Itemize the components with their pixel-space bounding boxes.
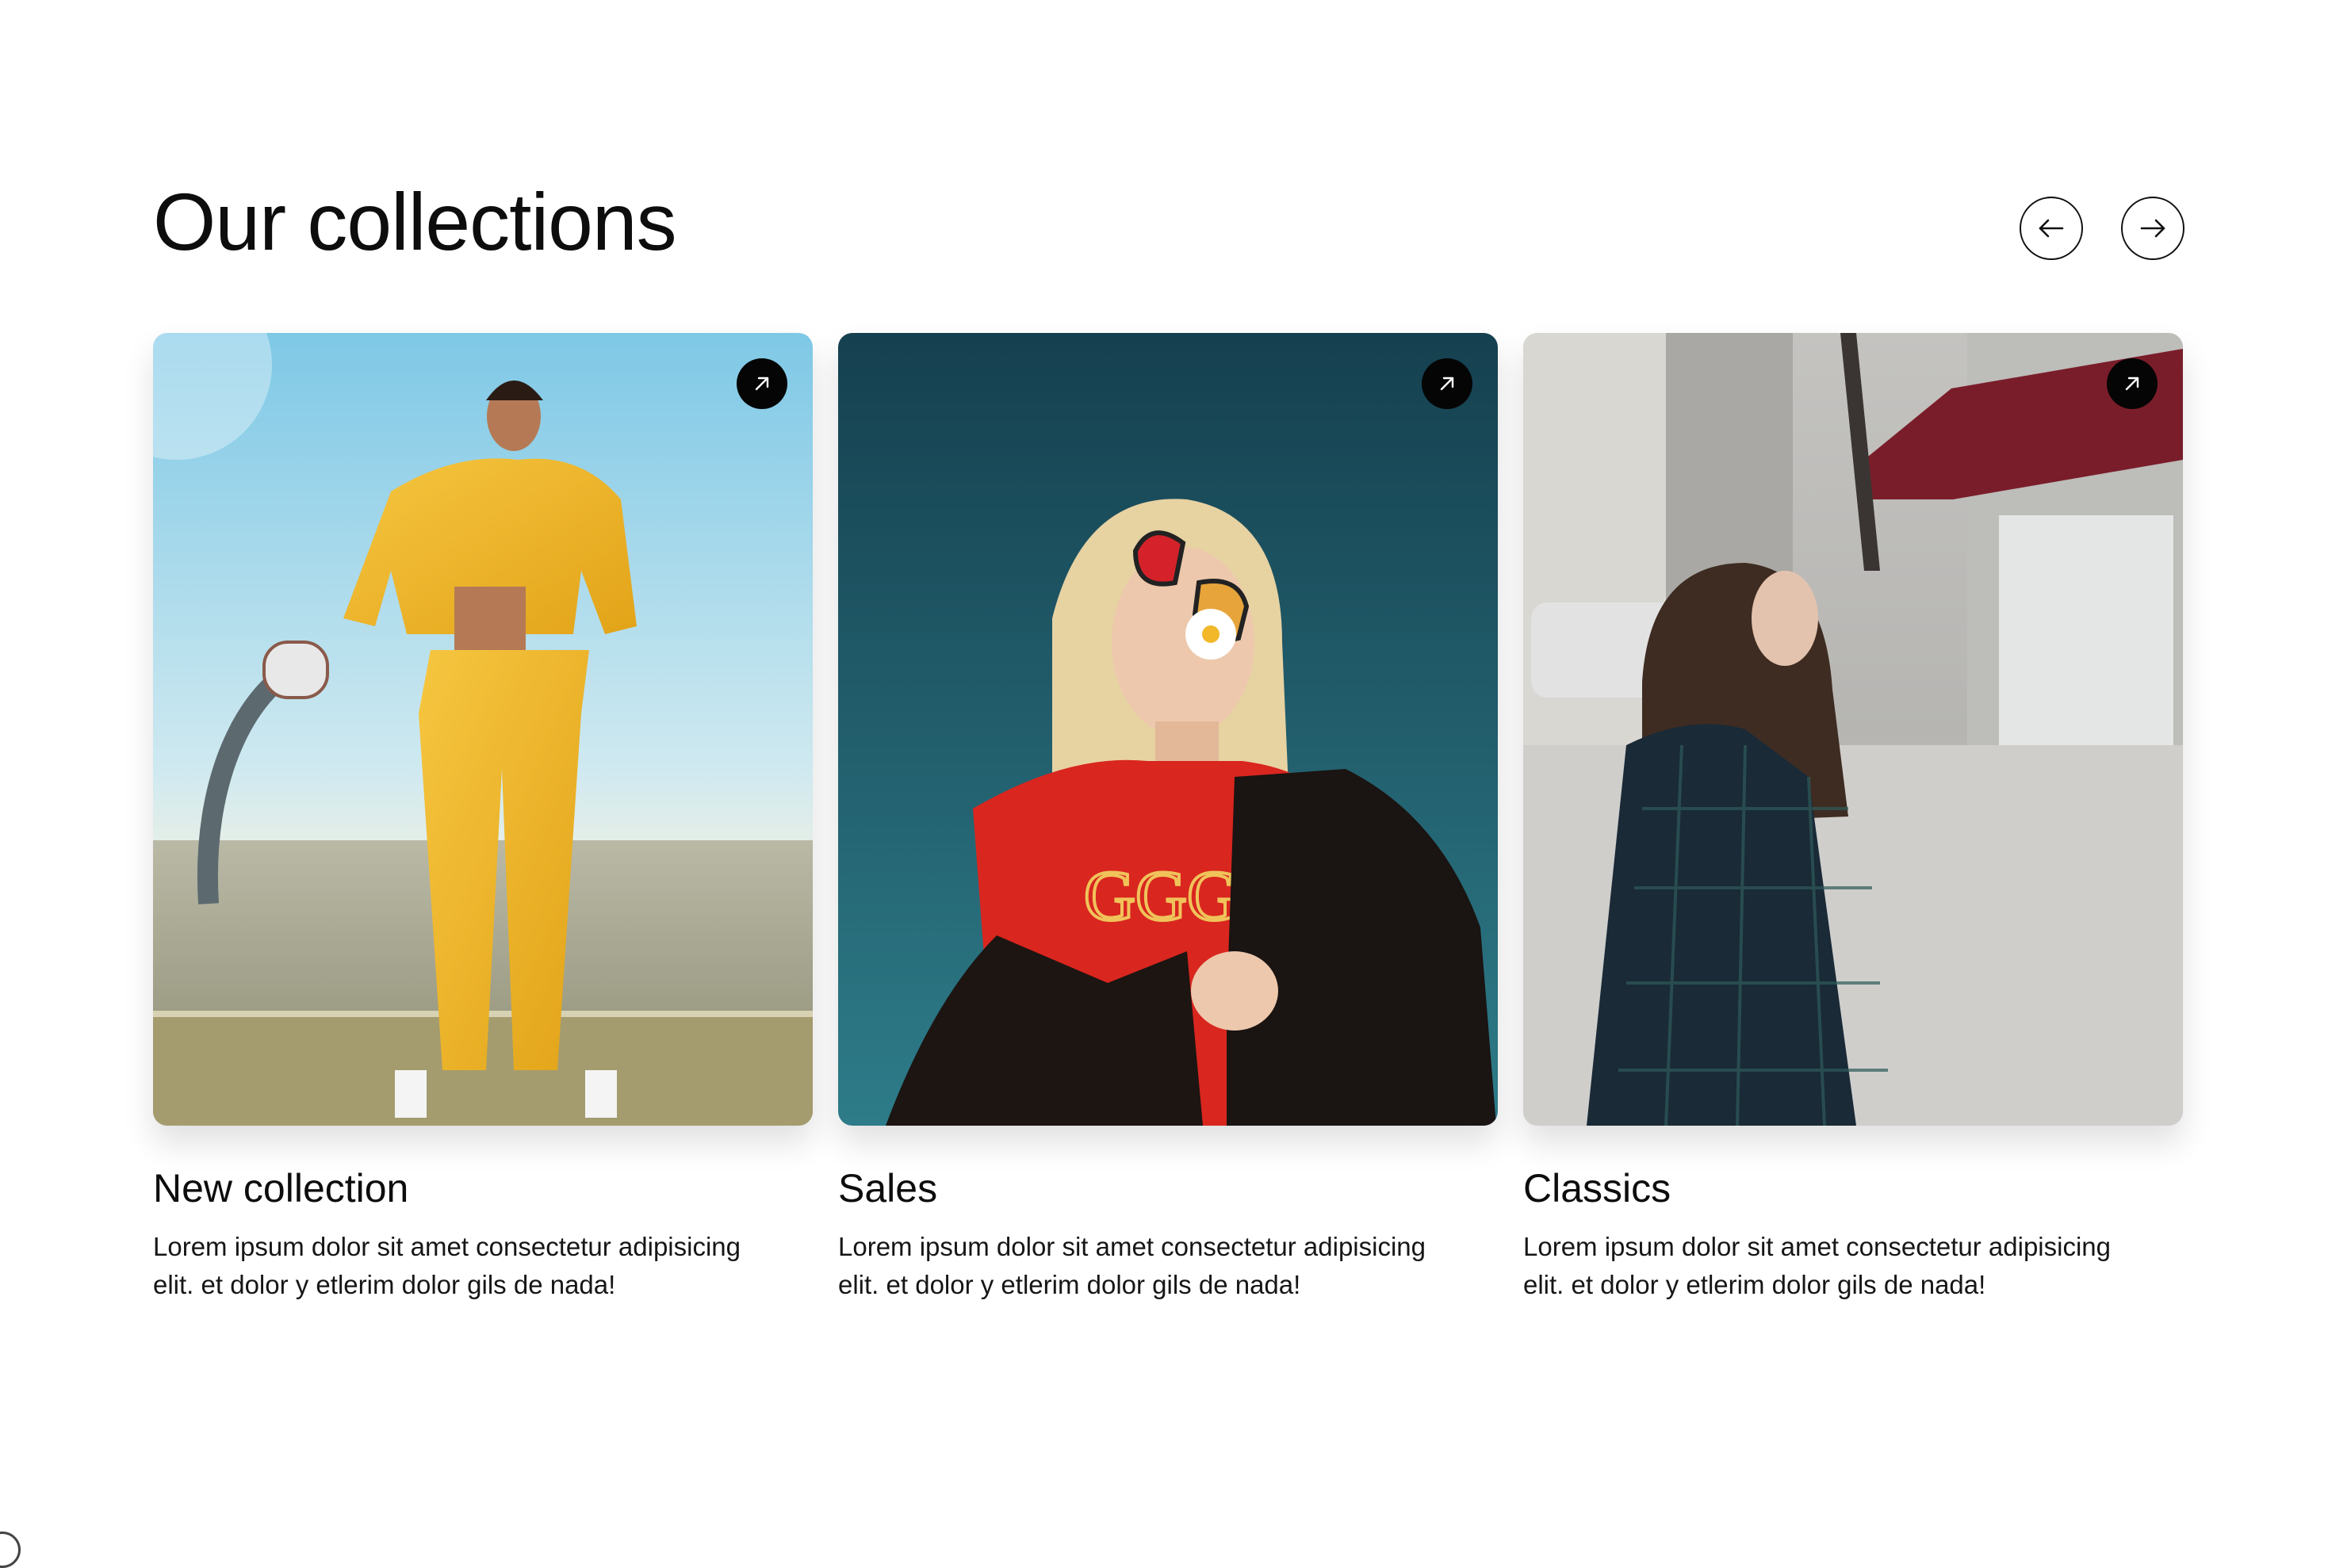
collection-card-new[interactable]: New collection Lorem ipsum dolor sit ame…: [153, 333, 813, 1304]
section-header: Our collections: [153, 166, 2184, 333]
photo-yellow-tracksuit: [153, 333, 813, 1126]
open-collection-badge[interactable]: [737, 358, 787, 409]
arrow-up-right-icon: [755, 377, 769, 391]
open-collection-badge[interactable]: [2107, 358, 2158, 409]
card-image-new-collection[interactable]: [153, 333, 813, 1126]
open-collection-badge[interactable]: [1422, 358, 1472, 409]
card-description: Lorem ipsum dolor sit amet consectetur a…: [1523, 1232, 2112, 1299]
card-description: Lorem ipsum dolor sit amet consectetur a…: [153, 1232, 741, 1299]
collection-card-classics[interactable]: Classics Lorem ipsum dolor sit amet cons…: [1523, 333, 2183, 1304]
card-description: Lorem ipsum dolor sit amet consectetur a…: [838, 1232, 1426, 1299]
collections-section: Our collections New collection Lorem ips…: [153, 166, 2184, 1299]
carousel-nav: [2020, 197, 2184, 260]
arrow-up-right-icon: [2125, 377, 2139, 391]
card-title: New collection: [153, 1166, 409, 1210]
card-title: Classics: [1523, 1166, 1671, 1210]
prev-button[interactable]: [2020, 197, 2083, 260]
arrow-right-icon: [2140, 219, 2165, 238]
arrow-up-right-icon: [1440, 377, 1454, 391]
photo-street-plaid-coat: [1523, 333, 2183, 1126]
svg-text:GGG: GGG: [1084, 857, 1239, 935]
window-corner: [0, 1532, 21, 1568]
photo-sunglasses-flower: GGG: [838, 333, 1498, 1126]
collection-card-sales[interactable]: GGG Sales Lorem ipsum dolor sit amet con…: [838, 333, 1498, 1304]
section-title: Our collections: [153, 177, 677, 267]
card-title: Sales: [838, 1166, 938, 1210]
next-button[interactable]: [2121, 197, 2184, 260]
card-image-sales[interactable]: GGG: [838, 333, 1498, 1126]
collection-cards: New collection Lorem ipsum dolor sit ame…: [153, 333, 2183, 1304]
card-image-classics[interactable]: [1523, 333, 2183, 1126]
arrow-left-icon: [2039, 219, 2064, 238]
